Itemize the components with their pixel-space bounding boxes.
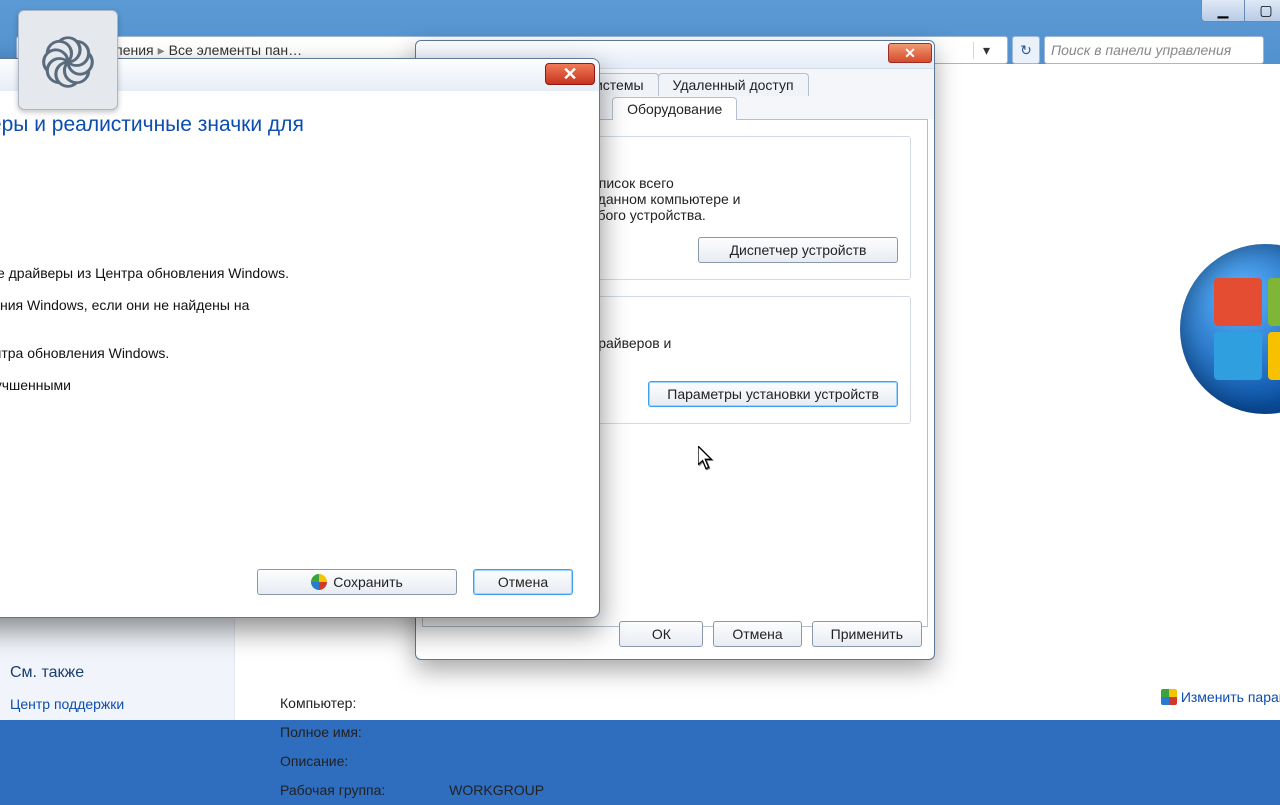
address-dropdown-button[interactable]: ▾: [973, 42, 999, 59]
label-description: Описание:: [280, 747, 544, 776]
cursor-icon: [698, 446, 714, 468]
search-input[interactable]: Поиск в панели управления: [1044, 36, 1264, 64]
label-computer: Компьютер:: [280, 689, 544, 718]
window-minimize-button[interactable]: ▁: [1201, 0, 1245, 22]
breadcrumb-part[interactable]: Все элементы пан…: [169, 42, 302, 58]
desktop-shortcut-icon[interactable]: ֎: [18, 10, 118, 110]
device-manager-button[interactable]: Диспетчер устройств: [698, 237, 898, 263]
option-auto[interactable]: …автоматически (рекомендуется): [0, 201, 569, 217]
device-install-settings-button[interactable]: Параметры установки устройств: [648, 381, 898, 407]
shield-icon: [311, 574, 327, 590]
option-never-wu[interactable]: …а не устанавливать драйверы из Центра о…: [0, 345, 569, 361]
apply-button[interactable]: Применить: [812, 621, 922, 647]
save-button[interactable]: Сохранить: [257, 569, 457, 595]
tab-remote[interactable]: Удаленный доступ: [658, 73, 809, 96]
close-button[interactable]: ✕: [545, 63, 595, 85]
refresh-button[interactable]: ↻: [1012, 36, 1040, 64]
label-fullname: Полное имя:: [280, 718, 544, 747]
close-button[interactable]: ✕: [888, 43, 932, 63]
option-wu-fallback[interactable]: …ливать драйверы из Центра обновления Wi…: [0, 297, 569, 329]
tab-hardware[interactable]: Оборудование: [612, 97, 737, 120]
change-settings-link[interactable]: Изменить параметры: [1161, 689, 1280, 705]
option-icons[interactable]: …ть стандартные значки устройств улучшен…: [0, 377, 569, 393]
sidebar-link-action-center[interactable]: Центр поддержки: [10, 696, 224, 712]
cancel-button[interactable]: Отмена: [713, 621, 801, 647]
option-choose[interactable]: …ить возможность выбора: [0, 233, 569, 249]
window-maximize-button[interactable]: ▢: [1244, 0, 1280, 22]
ok-button[interactable]: ОК: [619, 621, 703, 647]
device-install-dialog: ✕ … Windows загружать драйверы и реалист…: [0, 58, 600, 618]
label-workgroup: Рабочая группа: WORKGROUP: [280, 776, 544, 805]
chevron-right-icon: ▸: [158, 42, 165, 59]
computer-info-labels: Компьютер: Полное имя: Описание: Рабочая…: [280, 689, 544, 805]
option-best-wu[interactable]: …устанавливать наиболее подходящие драйв…: [0, 265, 569, 281]
shield-icon: [1161, 689, 1177, 705]
see-also-heading: См. также: [10, 664, 224, 682]
workgroup-value: WORKGROUP: [449, 782, 544, 798]
windows-logo-icon: [1180, 244, 1280, 414]
dialog-heading: … Windows загружать драйверы и реалистич…: [0, 113, 569, 161]
cancel-button[interactable]: Отмена: [473, 569, 573, 595]
